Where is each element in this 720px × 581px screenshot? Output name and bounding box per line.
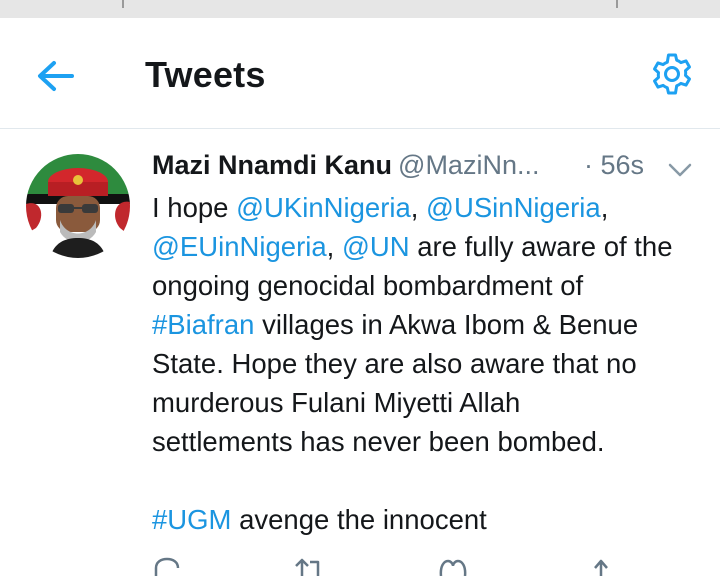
text-segment: avenge the innocent xyxy=(231,504,487,535)
tweet-line: I hope @UKinNigeria, @USinNigeria, xyxy=(152,188,712,227)
like-icon xyxy=(439,559,467,577)
tweet-actions xyxy=(152,556,652,577)
tweet-line: settlements has never been bombed. xyxy=(152,426,605,457)
hashtag-link[interactable]: #UGM xyxy=(152,504,231,535)
app-header: Tweets xyxy=(0,18,720,129)
share-icon xyxy=(594,559,608,576)
text-segment: , xyxy=(410,192,427,223)
tweet-line: ongoing genocidal bombardment of xyxy=(152,270,584,301)
text-segment: are fully aware of the xyxy=(409,231,673,262)
tweet-text: I hope @UKinNigeria, @USinNigeria, @EUin… xyxy=(152,188,712,539)
text-segment: I hope xyxy=(152,192,237,223)
chevron-down-icon xyxy=(668,163,692,177)
tweet-line: murderous Fulani Miyetti Allah xyxy=(152,387,521,418)
display-name[interactable]: Mazi Nnamdi Kanu xyxy=(152,150,392,180)
text-segment: , xyxy=(326,231,342,262)
avatar[interactable] xyxy=(26,154,130,258)
tweet-line: @EUinNigeria, @UN are fully aware of the xyxy=(152,227,712,266)
tweet-timestamp[interactable]: · 56s xyxy=(584,150,644,181)
mention-link[interactable]: @EUinNigeria xyxy=(152,231,327,262)
mention-link[interactable]: @UN xyxy=(342,231,410,262)
gear-icon xyxy=(653,53,691,95)
strip-mark xyxy=(122,0,124,8)
back-arrow-icon xyxy=(38,61,74,91)
mention-link[interactable]: @UKinNigeria xyxy=(236,192,411,223)
settings-button[interactable] xyxy=(648,50,696,98)
tweet[interactable]: Mazi Nnamdi Kanu @MaziNn... · 56s I hope … xyxy=(0,130,720,577)
strip-mark xyxy=(616,0,618,8)
status-strip xyxy=(0,0,720,18)
tweet-line: #Biafran villages in Akwa Ibom & Benue xyxy=(152,305,712,344)
like-button[interactable] xyxy=(438,556,468,577)
text-segment: villages in Akwa Ibom & Benue xyxy=(254,309,639,340)
tweet-menu-button[interactable] xyxy=(666,156,694,177)
reply-button[interactable] xyxy=(152,556,182,576)
user-handle[interactable]: @MaziNn... xyxy=(398,150,539,180)
hashtag-link[interactable]: #Biafran xyxy=(152,309,254,340)
mention-link[interactable]: @USinNigeria xyxy=(426,192,601,223)
back-button[interactable] xyxy=(30,54,82,98)
retweet-button[interactable] xyxy=(294,556,324,576)
page-title: Tweets xyxy=(145,54,266,95)
tweet-header: Mazi Nnamdi Kanu @MaziNn... · 56s xyxy=(152,150,712,188)
text-segment: , xyxy=(600,192,609,223)
reply-icon xyxy=(154,557,180,576)
retweet-icon xyxy=(295,558,320,576)
tweet-line: #UGM avenge the innocent xyxy=(152,500,712,539)
tweet-line: State. Hope they are also aware that no xyxy=(152,348,637,379)
profile-photo-icon xyxy=(26,154,130,258)
share-button[interactable] xyxy=(586,556,616,576)
